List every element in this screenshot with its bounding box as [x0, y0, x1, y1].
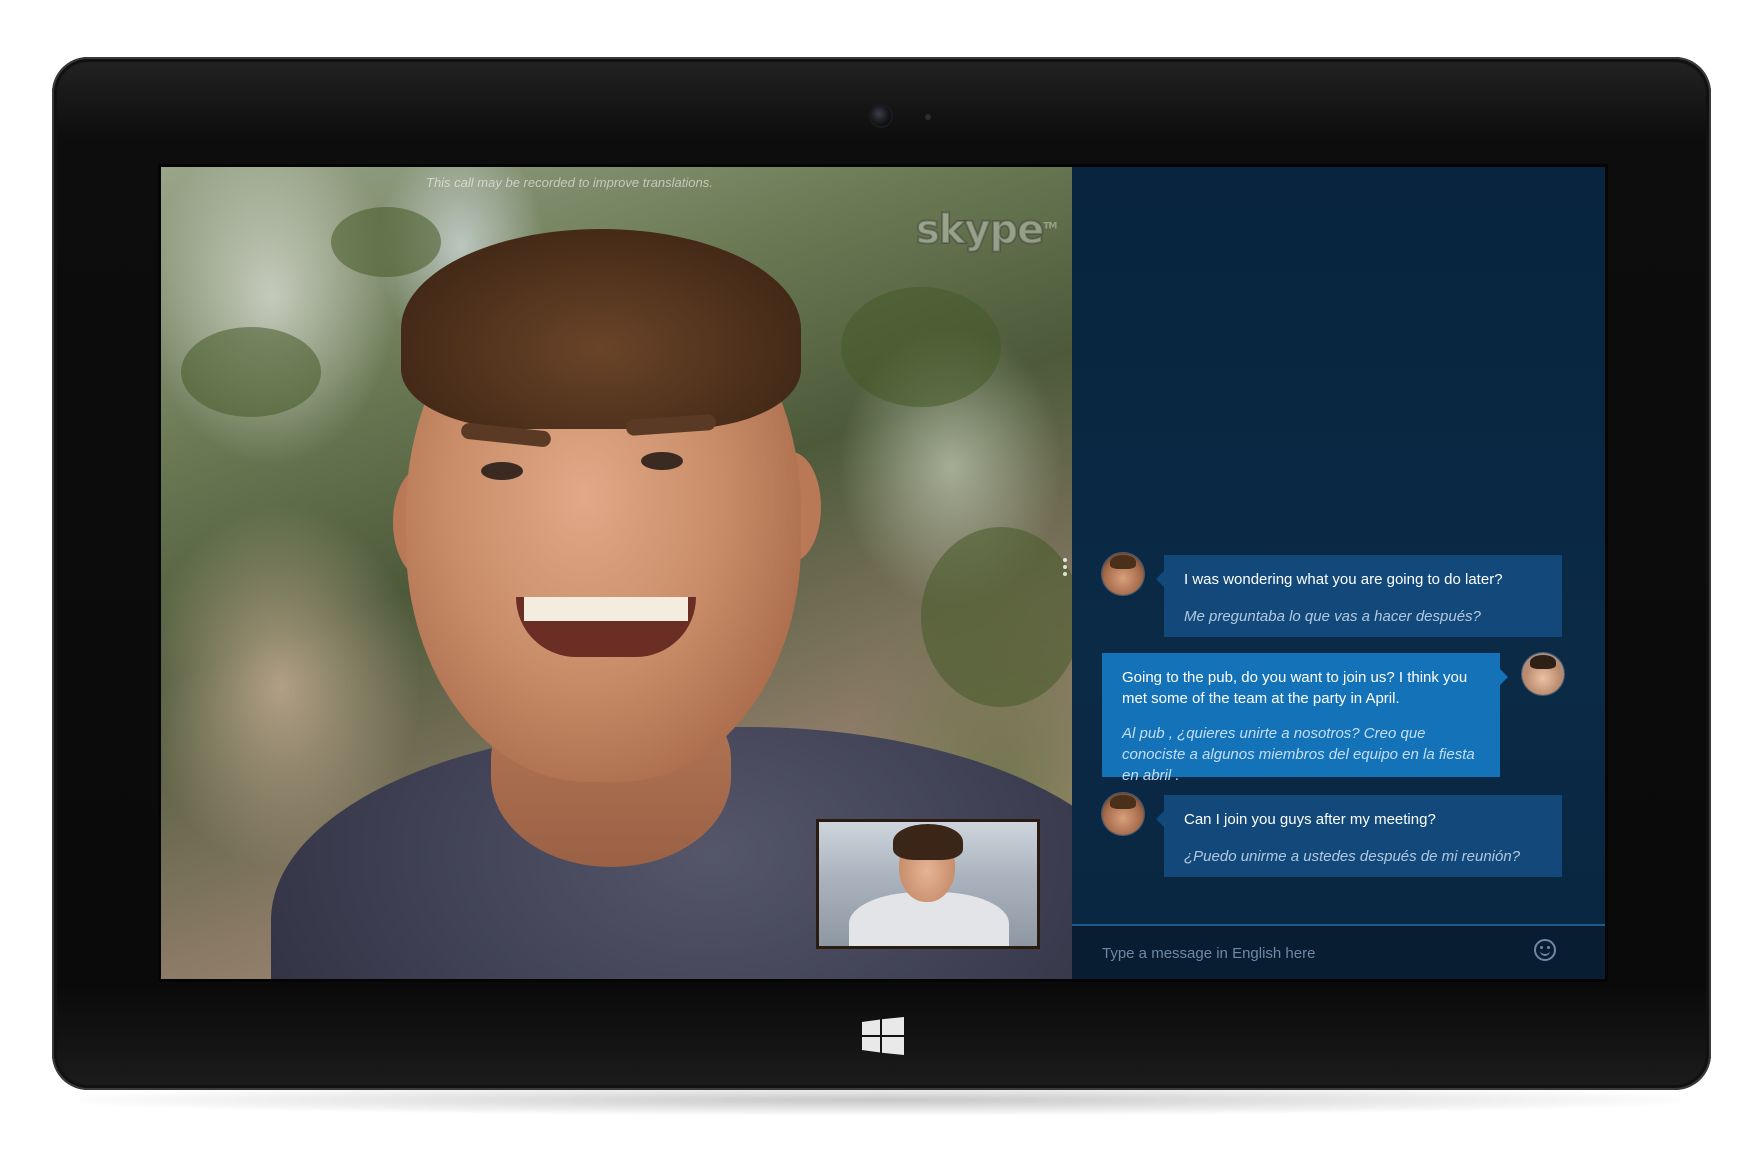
caller-eye [641, 452, 683, 470]
contact-avatar[interactable] [1102, 793, 1144, 835]
message-text: I was wondering what you are going to do… [1184, 571, 1503, 588]
background-foliage [331, 207, 441, 277]
contact-avatar[interactable] [1102, 553, 1144, 595]
self-avatar[interactable] [1522, 653, 1564, 695]
background-foliage [841, 287, 1001, 407]
camera-lens-icon [871, 106, 891, 126]
message-text: Can I join you guys after my meeting? [1184, 811, 1436, 828]
recording-notice: This call may be recorded to improve tra… [426, 175, 713, 190]
windows-logo-icon[interactable] [862, 1017, 904, 1055]
message-translation: Al pub , ¿quieres unirte a nosotros? Cre… [1122, 725, 1475, 784]
skype-trademark: TM [1043, 221, 1057, 232]
self-view-hair [893, 824, 963, 860]
screen: This call may be recorded to improve tra… [161, 167, 1605, 979]
background-foliage [921, 527, 1072, 707]
bubble-tail [1156, 571, 1164, 587]
self-view-video[interactable] [816, 819, 1040, 949]
message-bubble[interactable]: Can I join you guys after my meeting? ¿P… [1156, 795, 1562, 877]
translation-chat-panel: I was wondering what you are going to do… [1072, 167, 1605, 979]
message-bubble[interactable]: Going to the pub, do you want to join us… [1102, 653, 1508, 784]
caller-hair [401, 229, 801, 429]
more-vertical-icon[interactable] [1059, 555, 1071, 583]
bubble-tail [1500, 669, 1508, 685]
light-sensor [925, 114, 931, 120]
skype-logo: skypeTM [915, 206, 1057, 254]
background-foliage [181, 327, 321, 417]
bubble-tail [1156, 811, 1164, 827]
caller-eye [481, 462, 523, 480]
product-render: This call may be recorded to improve tra… [0, 0, 1758, 1160]
message-composer [1072, 924, 1605, 979]
message-input[interactable] [1100, 938, 1524, 968]
message-translation: ¿Puedo unirme a ustedes después de mi re… [1184, 848, 1521, 865]
remote-video-feed[interactable]: This call may be recorded to improve tra… [161, 167, 1072, 979]
message-bubble[interactable]: I was wondering what you are going to do… [1156, 555, 1562, 637]
smiley-icon[interactable] [1534, 939, 1556, 961]
caller-teeth [524, 597, 688, 621]
message-translation: Me preguntaba lo que vas a hacer después… [1184, 608, 1481, 625]
skype-logo-text: skype [915, 206, 1045, 254]
message-text: Going to the pub, do you want to join us… [1122, 669, 1468, 707]
